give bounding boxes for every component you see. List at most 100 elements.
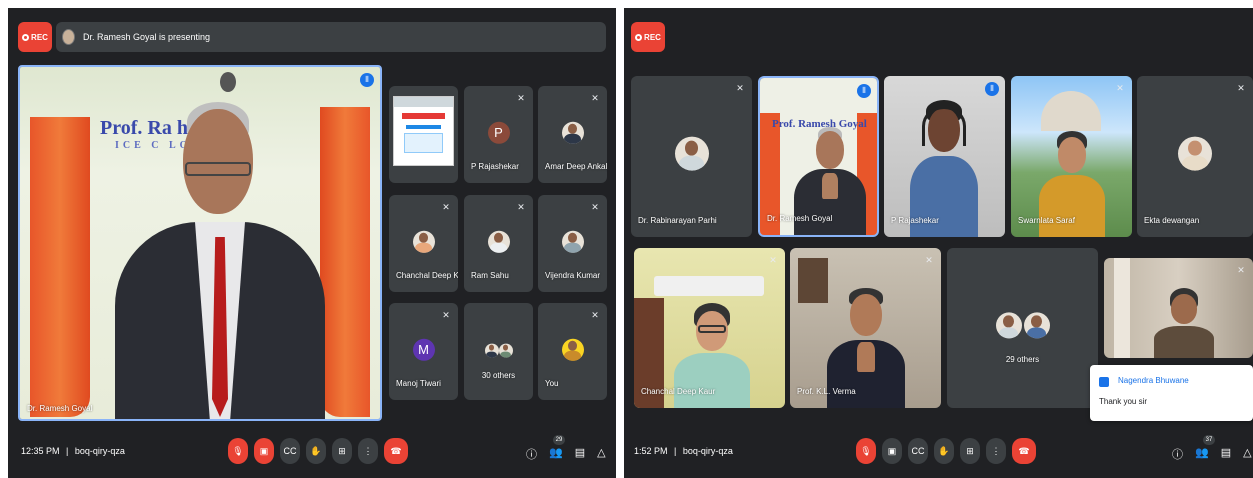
participant-photo: [561, 230, 584, 253]
self-tile[interactable]: ✕ You: [538, 303, 607, 400]
main-speaker-name: Dr. Ramesh Goyal: [27, 404, 93, 413]
others-tile[interactable]: 29 others: [947, 248, 1098, 408]
participant-name: Manoj Tiwari: [396, 379, 441, 388]
chat-message: Thank you sir: [1099, 397, 1148, 406]
clock-time: 12:35 PM: [21, 446, 60, 456]
chat-icon[interactable]: ▤: [1221, 446, 1231, 462]
mic-off-icon: ✕: [442, 202, 450, 212]
activities-icon[interactable]: △: [597, 446, 605, 462]
meeting-code: boq-qiry-qza: [74, 446, 125, 456]
meet-window-right: REC ✕ Dr. Rabinarayan Parhi Prof. Ramesh…: [624, 8, 1253, 478]
curtain-left: [30, 117, 90, 417]
present-screen-icon[interactable]: ⊞: [332, 438, 352, 464]
call-controls: 🎙 ▣ CC ✋ ⊞ ⋮ ☎: [856, 438, 1036, 464]
participant-tile[interactable]: ✕ M Manoj Tiwari: [389, 303, 458, 400]
participant-tile[interactable]: ✕ Chanchal Deep Kaur: [634, 248, 785, 408]
end-call-icon[interactable]: ☎: [384, 438, 408, 464]
participant-tile[interactable]: ✕ Amar Deep Ankalgi: [538, 86, 607, 183]
raise-hand-icon[interactable]: ✋: [306, 438, 326, 464]
mic-off-icon: ✕: [769, 255, 777, 265]
participant-tile[interactable]: ✕ Ekta dewangan: [1137, 76, 1253, 237]
people-icon[interactable]: 👥: [549, 446, 563, 462]
others-avatar: [498, 343, 513, 358]
meet-window-left: REC Dr. Ramesh Goyal is presenting Prof.…: [8, 8, 616, 478]
info-icon[interactable]: ⓘ: [1172, 446, 1183, 462]
participant-tile[interactable]: ✕ Dr. Rabinarayan Parhi: [631, 76, 752, 237]
bottom-toolbar: 12:35 PM | boq-qiry-qza 🎙 ▣ CC ✋ ⊞ ⋮ ☎ 2…: [8, 428, 616, 478]
participant-name: Ram Sahu: [471, 271, 509, 280]
presentation-thumbnail: [393, 96, 454, 166]
shelf: [798, 258, 828, 303]
participant-name: Ekta dewangan: [1144, 216, 1200, 225]
captions-icon[interactable]: CC: [908, 438, 928, 464]
rec-label: REC: [31, 32, 48, 42]
presenting-banner[interactable]: Dr. Ramesh Goyal is presenting: [56, 22, 606, 52]
glasses: [698, 325, 726, 333]
speaking-indicator-icon: ⦀: [985, 82, 999, 96]
others-avatar: [484, 343, 499, 358]
mic-off-icon: ✕: [442, 310, 450, 320]
more-vert-icon[interactable]: ⋮: [358, 438, 378, 464]
participant-tile[interactable]: ✕ Prof. K.L. Verma: [790, 248, 941, 408]
recording-indicator: REC: [18, 22, 52, 52]
camera-off-icon[interactable]: ▣: [254, 438, 274, 464]
mic-off-icon: ✕: [1237, 265, 1245, 275]
participant-tile-active[interactable]: Prof. Ramesh Goyal ⦀ Dr. Ramesh Goyal: [758, 76, 879, 237]
people-icon[interactable]: 👥: [1195, 446, 1209, 462]
speaker-person: [105, 97, 335, 419]
self-photo: [561, 338, 584, 361]
others-count: 30 others: [481, 371, 516, 380]
camera-device: [220, 72, 236, 92]
participant-avatar: P: [487, 121, 510, 144]
participant-tile[interactable]: ✕ P P Rajashekar: [464, 86, 533, 183]
mic-off-icon: ✕: [1237, 83, 1245, 93]
participant-tile[interactable]: ✕: [1104, 258, 1253, 358]
participant-tile[interactable]: ⦀ P Rajashekar: [884, 76, 1005, 237]
meeting-code: boq-qiry-qza: [682, 446, 733, 456]
mic-off-icon[interactable]: 🎙: [228, 438, 248, 464]
avatar-initial: M: [418, 341, 429, 357]
avatar-initial: P: [494, 124, 503, 140]
headphones: [922, 106, 966, 146]
mic-off-icon: ✕: [1116, 83, 1124, 93]
mic-off-icon: ✕: [925, 255, 933, 265]
chat-icon[interactable]: ▤: [575, 446, 585, 462]
participant-tile[interactable]: ✕ Ram Sahu: [464, 195, 533, 292]
rec-label: REC: [644, 32, 661, 42]
record-dot-icon: [22, 33, 30, 41]
bottom-toolbar: 1:52 PM | boq-qiry-qza 🎙 ▣ CC ✋ ⊞ ⋮ ☎ 37…: [624, 428, 1253, 478]
mic-off-icon: ✕: [736, 83, 744, 93]
participant-name: Chanchal Deep Kaur: [641, 387, 716, 396]
camera-icon[interactable]: ▣: [882, 438, 902, 464]
folded-hands: [822, 173, 838, 199]
mic-off-icon: ✕: [517, 93, 525, 103]
mic-off-icon: ✕: [591, 93, 599, 103]
side-controls: ⓘ 👥 ▤ △: [526, 446, 606, 462]
chat-notification[interactable]: Nagendra Bhuwane Thank you sir: [1090, 365, 1253, 421]
present-screen-icon[interactable]: ⊞: [960, 438, 980, 464]
main-speaker-tile[interactable]: Prof. Ra h Goyal ICE C LOR ⦀ Dr. Ramesh …: [18, 65, 382, 421]
separator: |: [674, 446, 677, 456]
speaking-indicator-icon: ⦀: [360, 73, 374, 87]
participant-photo: [561, 121, 584, 144]
participant-name: P Rajashekar: [471, 162, 519, 171]
raise-hand-icon[interactable]: ✋: [934, 438, 954, 464]
more-vert-icon[interactable]: ⋮: [986, 438, 1006, 464]
participant-tile[interactable]: ✕ Chanchal Deep Ka...: [389, 195, 458, 292]
others-count: 29 others: [1005, 355, 1040, 364]
participant-photo: [1178, 136, 1212, 171]
speaker-glasses: [185, 162, 251, 176]
participant-tile[interactable]: ✕ Swarnlata Saraf: [1011, 76, 1132, 237]
mic-off-icon[interactable]: 🎙: [856, 438, 876, 464]
others-tile[interactable]: 30 others: [464, 303, 533, 400]
activities-icon[interactable]: △: [1243, 446, 1251, 462]
captions-icon[interactable]: CC: [280, 438, 300, 464]
end-call-icon[interactable]: ☎: [1012, 438, 1036, 464]
chat-icon: [1099, 377, 1109, 387]
participant-tile[interactable]: ✕ Vijendra Kumar: [538, 195, 607, 292]
participant-photo: [487, 230, 510, 253]
others-avatar: [995, 312, 1022, 339]
info-icon[interactable]: ⓘ: [526, 446, 537, 462]
presentation-tile[interactable]: [389, 86, 458, 183]
clock-time: 1:52 PM: [634, 446, 668, 456]
